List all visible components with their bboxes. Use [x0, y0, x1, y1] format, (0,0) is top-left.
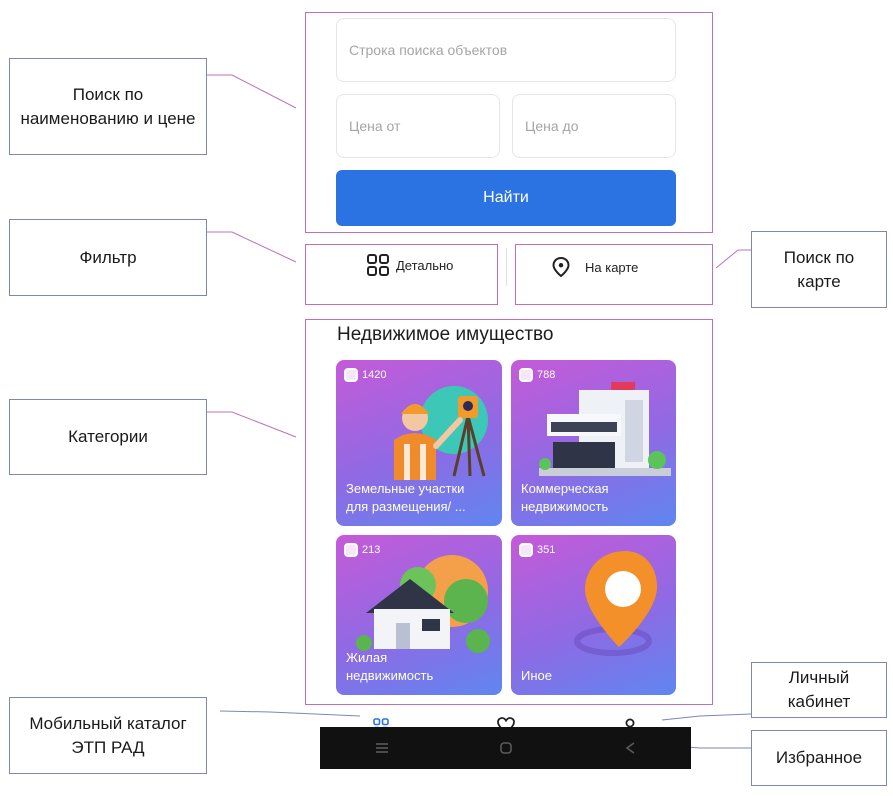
recent-apps-icon[interactable]: [375, 742, 389, 754]
callout-mobile-catalog: Мобильный каталог ЭТП РАД: [9, 697, 207, 774]
system-navigation-bar: [320, 727, 691, 769]
find-button[interactable]: Найти: [336, 170, 676, 226]
category-count: 351: [519, 543, 555, 557]
house-illustration: [356, 555, 490, 653]
category-label: Коммерческая недвижимость: [521, 481, 609, 514]
map-pin-icon: [552, 256, 570, 278]
price-to-input[interactable]: Цена до: [512, 94, 676, 158]
callout-categories: Категории: [9, 399, 207, 475]
detailed-filter-button[interactable]: Детально: [366, 252, 453, 278]
callout-filter: Фильтр: [9, 219, 207, 296]
category-tile-land[interactable]: 1420 Земельные участки для размещения/ .…: [336, 360, 502, 526]
callout-personal-account: Личный кабинет: [751, 662, 887, 718]
catalog-count-icon: [344, 368, 358, 382]
search-query-input[interactable]: Строка поиска объектов: [336, 18, 676, 82]
price-from-input[interactable]: Цена от: [336, 94, 500, 158]
callout-search-by-name-price: Поиск по наименованию и цене: [9, 58, 207, 155]
category-label: Земельные участки для размещения/ ...: [346, 481, 466, 514]
catalog-count-icon: [519, 368, 533, 382]
home-icon[interactable]: [499, 741, 513, 755]
filter-divider: [506, 248, 507, 286]
office-building-illustration: [539, 382, 671, 476]
grid-icon: [367, 254, 389, 276]
callout-search-by-map: Поиск по карте: [751, 231, 887, 308]
category-tile-commercial[interactable]: 788 Коммерческая недвижимость: [511, 360, 676, 526]
map-search-button[interactable]: На карте: [551, 254, 638, 280]
callout-favorites: Избранное: [751, 730, 887, 786]
big-pin-illustration: [574, 551, 657, 656]
category-tile-residential[interactable]: 213 Жилая недвижимость: [336, 535, 502, 695]
section-title: Недвижимое имущество: [337, 324, 554, 345]
catalog-count-icon: [519, 543, 533, 557]
category-label: Иное: [521, 668, 552, 683]
surveyor-illustration: [394, 386, 488, 480]
back-icon[interactable]: [624, 741, 636, 755]
category-label: Жилая недвижимость: [346, 650, 434, 683]
category-count: 1420: [344, 368, 386, 382]
category-tile-other[interactable]: 351 Иное: [511, 535, 676, 695]
